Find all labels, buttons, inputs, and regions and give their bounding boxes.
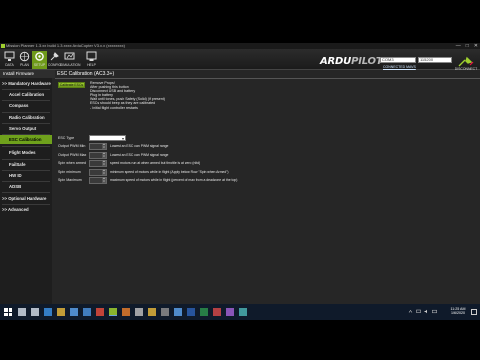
app-icon[interactable] [174,308,182,316]
pwm-min-label: Output PWM Min [58,144,86,148]
sidebar-item-adsb[interactable]: ADSB [0,182,52,191]
system-clock[interactable]: 11:25 AM 1/6/2020 [447,307,469,316]
chrome-icon[interactable] [96,308,104,316]
edge-icon[interactable] [44,308,52,316]
instruction-line: - Initial flight controller restarts [90,105,138,110]
logo-text: ARDUPILOT [320,56,383,67]
help-icon [86,51,97,61]
folder-icon[interactable] [148,308,156,316]
explorer-icon[interactable] [57,308,65,316]
sidebar-divider [2,192,50,193]
app-icon[interactable] [226,308,234,316]
monitor-icon [4,51,15,61]
spin-armed-description: speed motors run at when armed but throt… [110,161,201,165]
chevron-up-icon[interactable] [408,309,413,314]
sidebar-item-failsafe[interactable]: FailSafe [0,160,52,169]
spinner-arrows-icon[interactable]: ▲ ▼ [102,177,106,183]
calibration-instructions: Remove Props! After pushing this button … [90,81,165,110]
main-toolbar: DATA PLAN SETUP CONFIG SIMULATION HELP A… [0,49,480,71]
esc-calibration-panel: ESC Calibration (AC3.3+) Calibrate ESCs … [55,70,480,304]
spinner-arrows-icon[interactable]: ▲ ▼ [102,169,106,175]
network-icon[interactable] [416,309,421,314]
help-view-label: HELP [87,63,96,67]
calibrate-escs-button[interactable]: Calibrate ESCs [58,82,85,88]
sidebar-item-servo-output[interactable]: Servo Output [0,124,52,133]
mission-planner-icon[interactable] [109,308,117,316]
spin-armed-label: Spin when armed [58,161,86,165]
pwm-max-spinner[interactable]: ▲ ▼ [89,152,107,159]
keyboard-icon[interactable] [432,309,437,314]
windows-taskbar: 11:25 AM 1/6/2020 [0,304,480,320]
spin-max-label: Spin Maximum [58,178,82,182]
spinner-arrows-icon[interactable]: ▲ ▼ [102,143,106,149]
sidebar-item-esc-calibration[interactable]: ESC Calibration [0,135,52,144]
chevron-down-icon: ▾ [121,136,124,141]
terminal-icon[interactable] [161,308,169,316]
word-icon[interactable] [187,308,195,316]
sidebar-item-advanced[interactable]: >> Advanced [0,205,52,214]
app-icon[interactable] [239,308,247,316]
ardupilot-logo: ARDUPILOT [318,55,383,69]
pwm-min-description: Lowest an ESC can PWM signal range [110,144,169,148]
spin-max-spinner[interactable]: ▲ ▼ [89,177,107,184]
page-title: ESC Calibration (AC3.3+) [57,71,115,77]
volume-icon[interactable] [424,309,429,314]
store-icon[interactable] [70,308,78,316]
sidebar-item-accel-calibration[interactable]: Accel Calibration [0,90,52,99]
spin-min-description: minimum speed of motors while in flight … [110,170,229,174]
simulation-view-label: SIMULATION [60,63,81,67]
simulation-icon [64,52,75,60]
spin-armed-spinner[interactable]: ▲ ▼ [89,160,107,167]
sidebar-item-radio-calibration[interactable]: Radio Calibration [0,113,52,122]
action-center-icon[interactable] [471,309,477,315]
esc-type-label: ESC Type [58,136,75,140]
video-letterbox-bottom [0,320,480,360]
setup-icon [35,52,44,61]
title-divider [55,78,480,79]
start-button[interactable] [4,308,12,316]
pwm-max-label: Output PWM Max [58,153,87,157]
mail-icon[interactable] [83,308,91,316]
sidebar-divider [2,146,50,147]
clock-date: 1/6/2020 [451,311,465,316]
logo-main: ARDU [320,56,352,67]
mission-planner-window: Mission Planner 1.3.xx build 1.3.xxxx Ar… [0,43,480,304]
video-letterbox-top [0,0,480,43]
search-icon[interactable] [18,308,26,316]
app-icon [1,44,5,48]
com-port-select[interactable]: COM3 [380,57,416,63]
simulation-view-button[interactable]: SIMULATION [60,51,81,69]
settings-icon[interactable] [135,308,143,316]
spin-min-spinner[interactable]: ▲ ▼ [89,169,107,176]
sidebar-item-compass[interactable]: Compass [0,101,52,110]
help-view-button[interactable]: HELP [84,51,99,69]
app-icon[interactable] [213,308,221,316]
spin-max-description: maximum speed of motors while in flight … [110,178,238,182]
baud-rate-select[interactable]: 115200 [418,57,452,63]
sidebar-item-flight-modes[interactable]: Flight Modes [0,148,52,157]
excel-icon[interactable] [200,308,208,316]
setup-sidebar: >> Mandatory Hardware Accel Calibration … [0,78,52,304]
globe-icon [19,51,30,62]
spin-min-label: Spin minimum [58,170,81,174]
instruction-line: ESCs should beep as they are calibrated [90,101,156,106]
taskview-icon[interactable] [31,308,39,316]
logo-accent: PILOT [351,56,383,67]
esc-type-dropdown[interactable]: ▾ [89,135,126,141]
firefox-icon[interactable] [122,308,130,316]
config-icon [50,52,59,61]
stats-link[interactable]: CONNECTED MAVS [383,65,416,69]
pwm-min-spinner[interactable]: ▲ ▼ [89,143,107,150]
sidebar-item-hw-id[interactable]: HW ID [0,171,52,180]
sidebar-item-mandatory-hardware[interactable]: >> Mandatory Hardware [0,79,52,88]
spinner-arrows-icon[interactable]: ▲ ▼ [102,152,106,158]
sidebar-item-optional-hardware[interactable]: >> Optional Hardware [0,194,52,203]
pwm-max-description: Lowest an ESC can PWM signal range [110,153,169,157]
spinner-arrows-icon[interactable]: ▲ ▼ [102,160,106,166]
